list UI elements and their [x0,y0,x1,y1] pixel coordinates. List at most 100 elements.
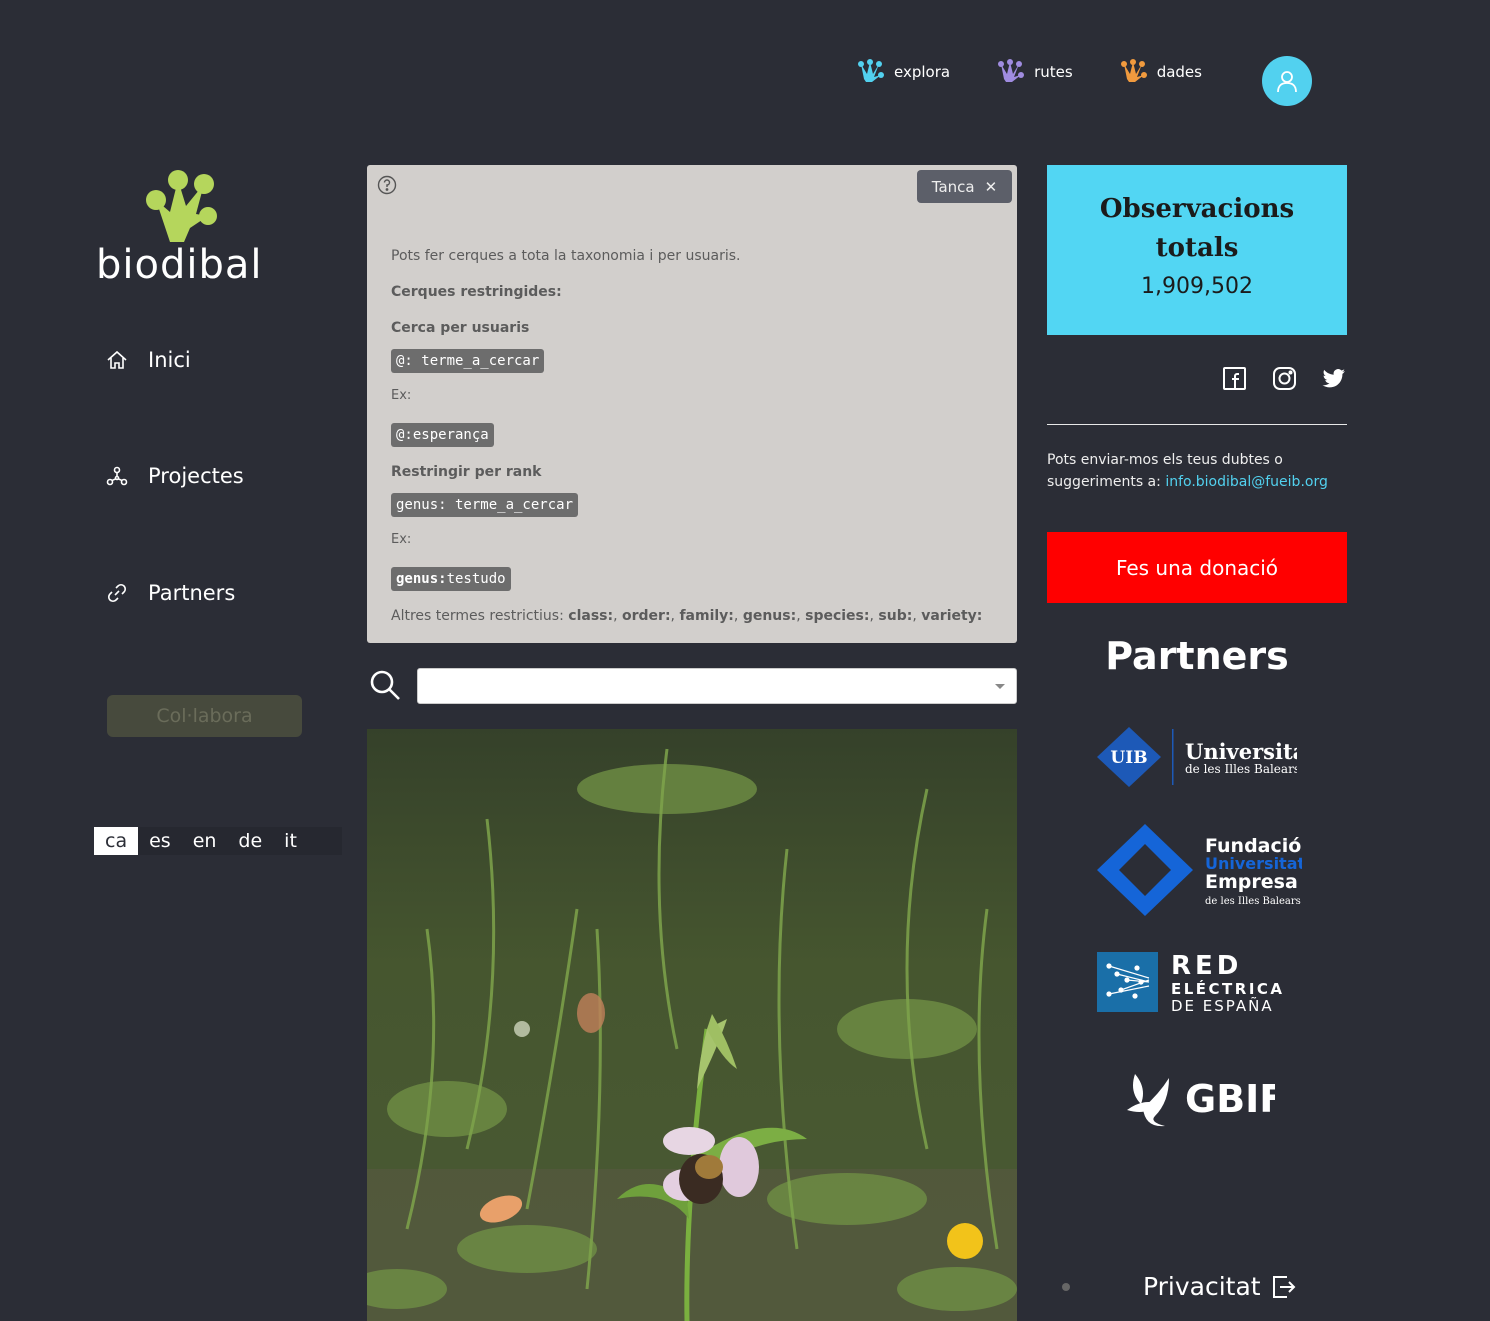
partners-title: Partners [1105,634,1289,678]
observations-title-line1: Observacions [1099,194,1295,224]
uib-sub: de les Illes Balears [1185,762,1297,776]
brand-logo[interactable]: biodibal [96,170,276,288]
frog-foot-icon [858,59,884,82]
facebook-icon[interactable] [1222,366,1247,391]
help-content: Pots fer cerques a tota la taxonomia i p… [391,247,997,643]
instagram-icon[interactable] [1272,366,1297,391]
uib-name: Universitat [1185,739,1297,764]
lang-ca[interactable]: ca [94,827,139,855]
restrictive-term: family: [679,608,734,624]
term-separator: , [613,608,622,624]
term-separator: , [912,608,922,624]
ree-line1: RED [1171,951,1242,981]
help-rank-heading: Restringir per rank [391,464,542,480]
sidebar-item-inici[interactable]: Inici [106,348,191,372]
taxonomy-search-select[interactable] [417,668,1017,704]
partner-uib-logo[interactable]: UIB Universitat de les Illes Balears [1097,727,1316,791]
uib-logo-icon: UIB Universitat de les Illes Balears [1097,727,1316,787]
nav-dades[interactable]: dades [1119,58,1202,86]
lang-it[interactable]: it [273,827,308,855]
ree-line2: ELÉCTRICA [1171,979,1285,998]
search-help-panel: Tanca ✕ Pots fer cerques a tota la taxon… [367,165,1017,643]
external-link-icon [1272,1275,1296,1298]
privacy-link[interactable]: Privacitat [1062,1272,1297,1301]
sidebar-item-label: Projectes [148,464,244,488]
sidebar-item-label: Partners [148,581,236,605]
nav-rutes[interactable]: rutes [996,58,1073,86]
users-example: @:esperança [391,423,494,447]
ree-line3: DE ESPAÑA [1171,996,1274,1015]
sidebar-item-projectes[interactable]: Projectes [106,464,244,488]
chevron-down-icon[interactable] [995,684,1005,689]
nav-explora[interactable]: explora [856,58,950,86]
privacy-label: Privacitat [1143,1272,1261,1301]
donate-button[interactable]: Fes una donació [1047,532,1347,603]
close-label: Tanca [931,177,975,196]
observations-title: Observacions totals [1047,190,1347,268]
fueib-logo-icon: Fundació Universitat Empresa de les Ille… [1097,824,1305,916]
term-separator: , [733,608,743,624]
user-icon [1277,71,1297,93]
lang-de[interactable]: de [227,827,273,855]
question-circle-icon[interactable] [377,175,397,195]
twitter-icon[interactable] [1322,366,1347,391]
close-icon: ✕ [984,177,998,196]
restrictive-term: species: [805,608,870,624]
other-terms-list: class:, order:, family:, genus:, species… [568,608,982,624]
sidebar-item-label: Inici [148,348,191,372]
example-label: Ex: [391,388,412,403]
lang-es[interactable]: es [138,827,182,855]
help-other-terms: Altres termes restrictius: class:, order… [391,607,997,625]
rank-example: genus:testudo [391,567,511,591]
contact-email-link[interactable]: info.biodibal@fueib.org [1165,474,1328,490]
observation-photo[interactable] [367,729,1017,1321]
top-navigation: explora rutes dades [856,58,1248,86]
partner-fueib-logo[interactable]: Fundació Universitat Empresa de les Ille… [1097,824,1305,923]
frog-foot-icon [1120,59,1147,82]
search-icon[interactable] [368,668,402,702]
rank-example-value: testudo [446,571,506,587]
nav-label: dades [1156,63,1202,81]
ree-logo-icon: RED ELÉCTRICA DE ESPAÑA [1097,951,1285,1015]
rank-example-key: genus: [396,571,447,587]
restrictive-term: sub: [878,608,913,624]
users-code-sample: @: terme_a_cercar [391,349,545,373]
restrictive-term: genus: [742,608,797,624]
restrictive-term: variety: [921,608,983,624]
uib-badge: UIB [1110,748,1147,768]
close-help-button[interactable]: Tanca ✕ [917,170,1012,203]
gbif-name: GBIF [1185,1077,1275,1121]
social-links [1222,366,1372,391]
rank-code-sample: genus: terme_a_cercar [391,493,579,517]
brand-name: biodibal [96,242,263,288]
list-bullet [1062,1282,1070,1291]
help-users-heading: Cerca per usuaris [391,320,530,336]
orchid-photo-illustration [367,729,1017,1321]
nav-label: explora [894,63,951,81]
help-intro: Pots fer cerques a tota la taxonomia i p… [391,248,741,264]
lang-en[interactable]: en [182,827,228,855]
partner-gbif-logo[interactable]: GBIF [1125,1068,1285,1134]
observations-count: 1,909,502 [1141,274,1253,299]
total-observations-card: Observacions totals 1,909,502 [1047,165,1347,335]
search-input[interactable] [418,669,1016,703]
term-separator: , [796,608,806,624]
frog-foot-logo-icon [146,170,217,242]
observations-title-line2: totals [1155,233,1239,263]
divider [1047,424,1347,425]
example-label: Ex: [391,532,412,547]
other-terms-label: Altres termes restrictius: [391,608,564,624]
frog-foot-icon [998,59,1025,82]
network-icon [106,466,128,486]
sidebar-item-partners[interactable]: Partners [106,581,235,605]
collabora-button[interactable]: Col·labora [107,695,302,737]
nav-label: rutes [1034,63,1073,81]
link-icon [107,583,127,603]
partner-ree-logo[interactable]: RED ELÉCTRICA DE ESPAÑA [1097,950,1302,1020]
help-restricted-heading: Cerques restringides: [391,284,562,300]
contact-info: Pots enviar-mos els teus dubtes o sugger… [1047,449,1347,493]
home-icon [107,350,127,369]
user-account-button[interactable] [1262,56,1312,106]
fueib-sub: de les Illes Balears [1205,896,1301,907]
restrictive-term: order: [622,608,671,624]
